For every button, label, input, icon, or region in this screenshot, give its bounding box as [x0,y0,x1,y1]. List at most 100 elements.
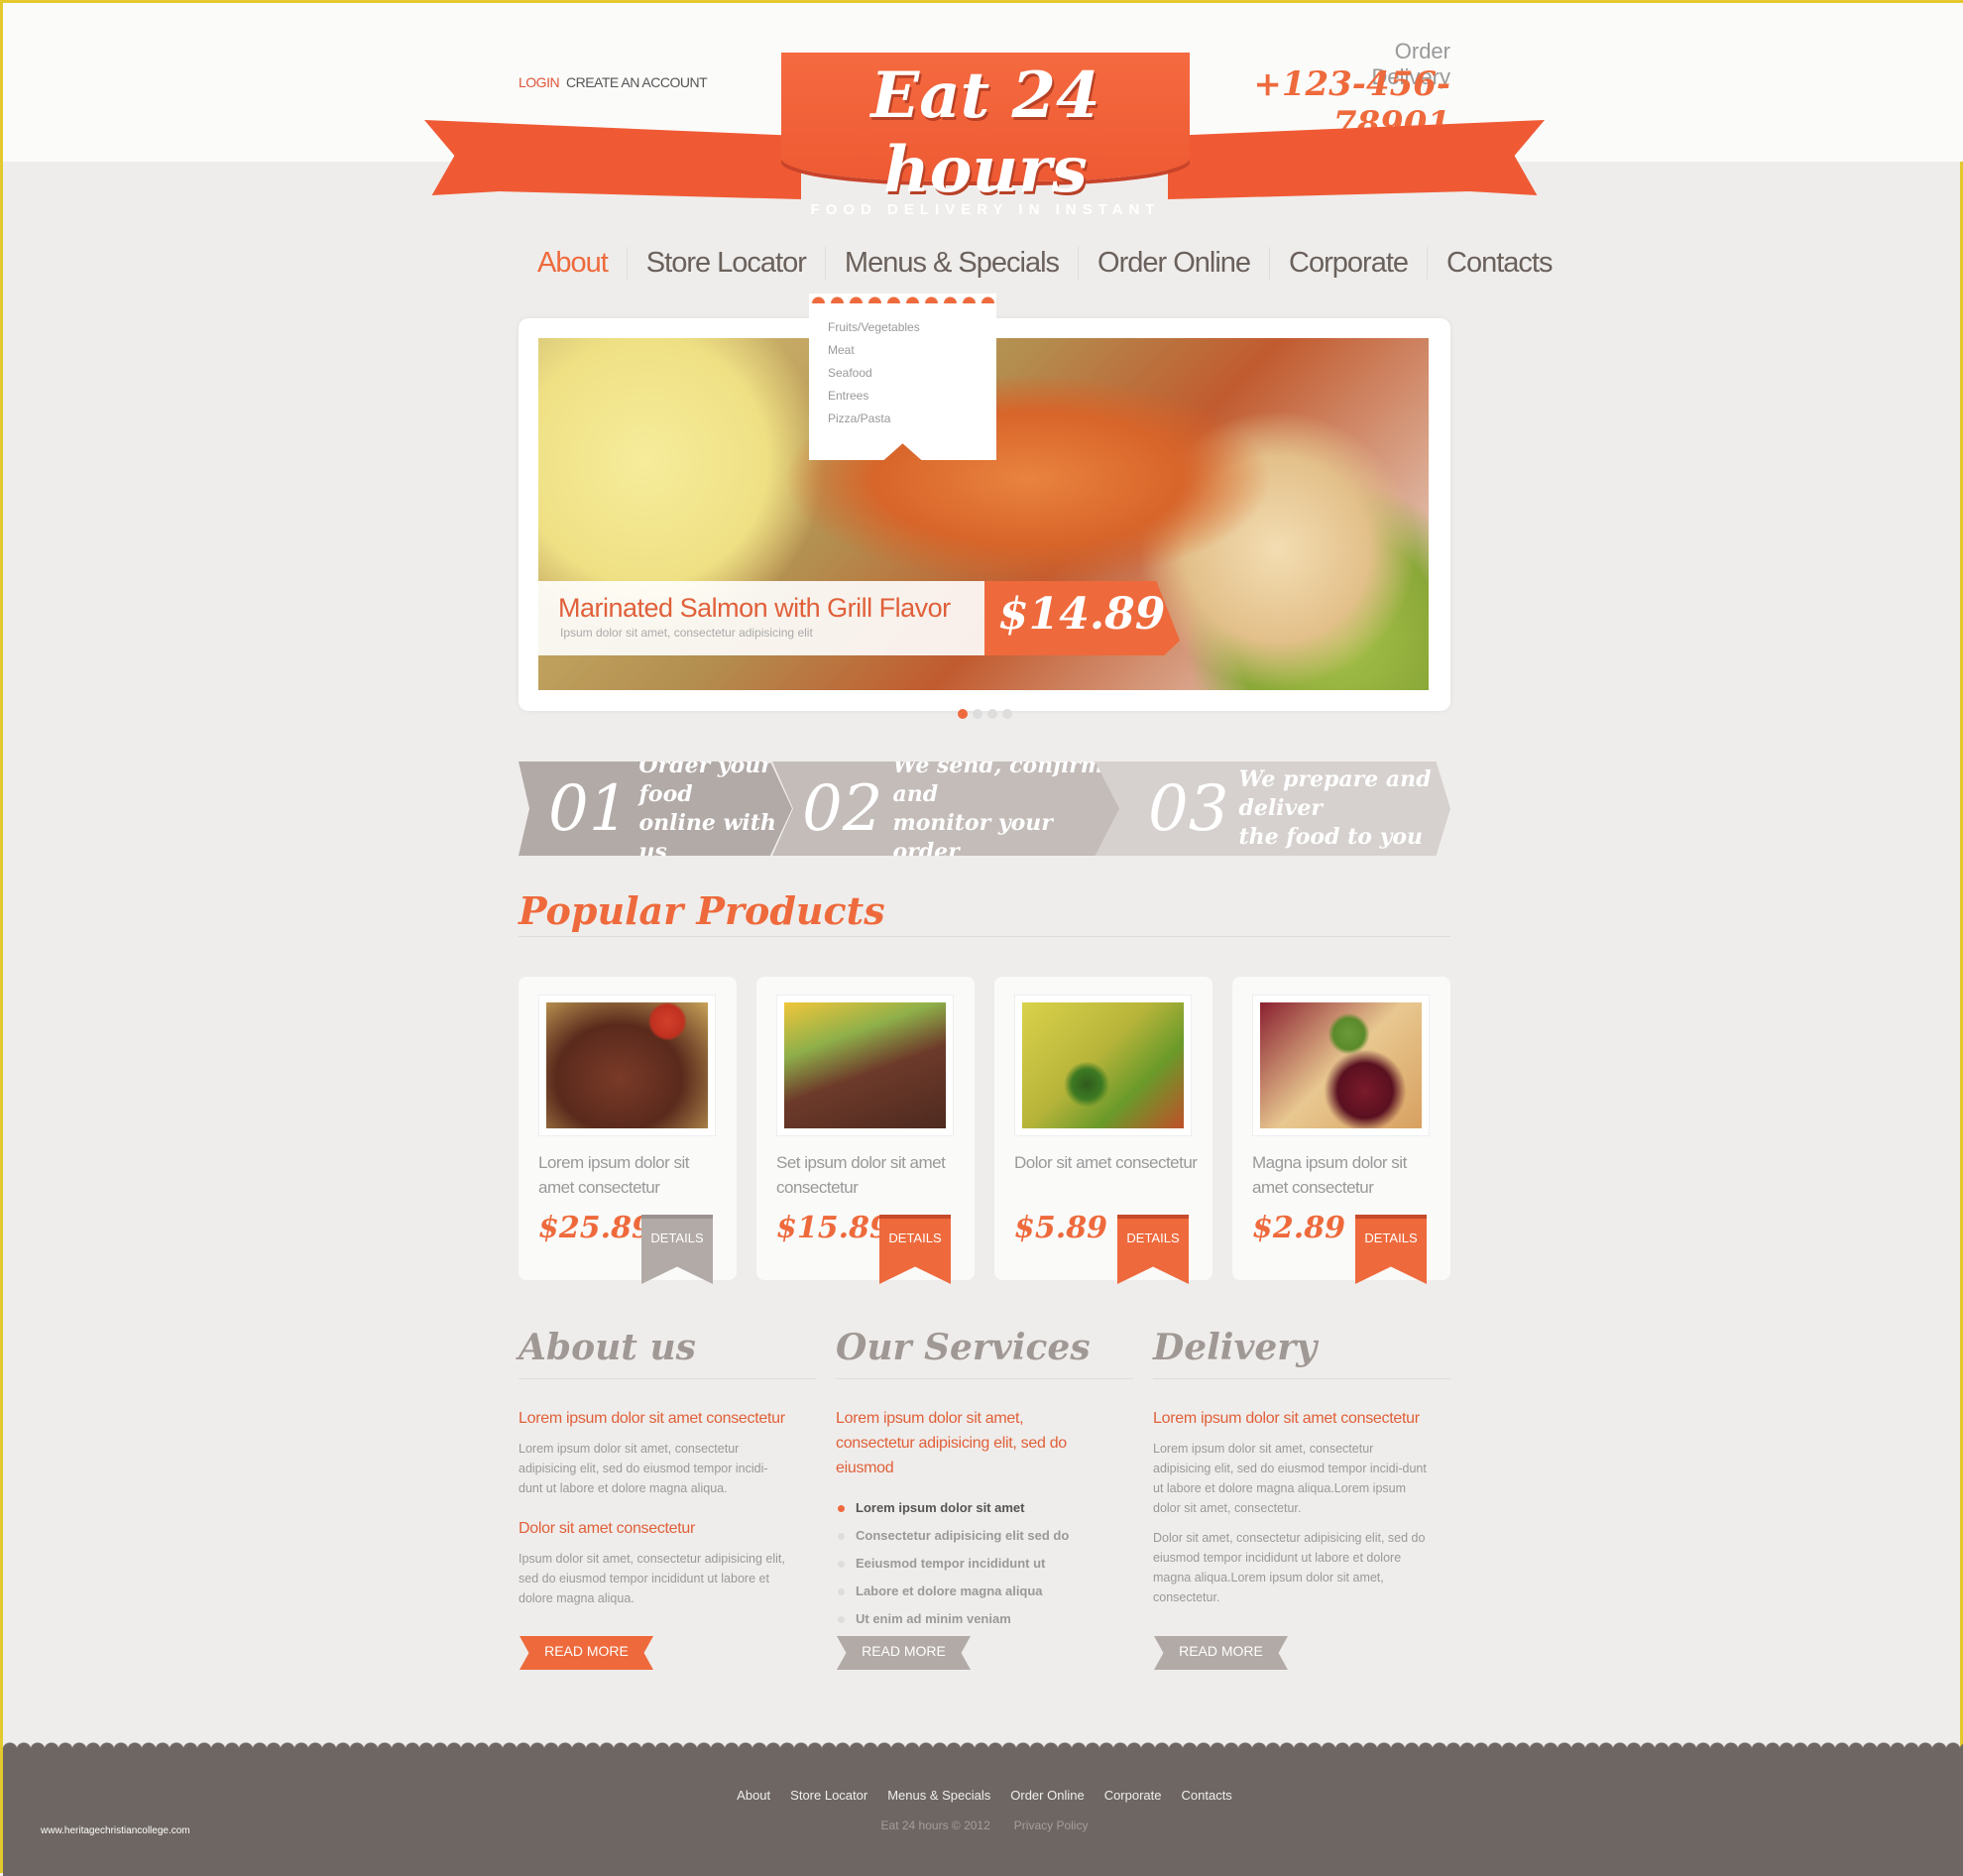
services-column: Lorem ipsum dolor sit amet, consectetur … [836,1406,1133,1633]
product-card: Dolor sit amet consectetur $5.89 DETAILS [994,977,1212,1284]
dropdown-item-fruits[interactable]: Fruits/Vegetables [809,316,996,339]
footer-link-menus[interactable]: Menus & Specials [887,1788,990,1803]
product-price: $5.89 [1014,1211,1107,1245]
footer-link-about[interactable]: About [737,1788,770,1803]
product-image[interactable] [1014,995,1192,1136]
about-text: Lorem ipsum dolor sit amet, consectetur … [519,1442,768,1495]
slide-dot-3[interactable] [987,709,997,719]
list-item[interactable]: Labore et dolore magna aliqua [836,1578,1133,1605]
product-image[interactable] [538,995,716,1136]
delivery-heading[interactable]: Lorem ipsum dolor sit amet consectetur [1153,1406,1450,1431]
product-name[interactable]: Magna ipsum dolor sit amet consectetur [1252,1150,1441,1200]
product-name[interactable]: Dolor sit amet consectetur [1014,1150,1203,1175]
slide-dot-2[interactable] [973,709,982,719]
step-number: 03 [1148,771,1229,846]
step-text: We prepare and deliver [1238,766,1432,821]
product-price: $2.89 [1252,1211,1345,1245]
slider-pagination [958,709,1012,719]
list-item[interactable]: Consectetur adipisicing elit sed do [836,1522,1133,1550]
footer-nav: About Store Locator Menus & Specials Ord… [3,1788,1963,1803]
services-read-more-button[interactable]: READ MORE [837,1636,971,1670]
product-card: Lorem ipsum dolor sit amet consectetur $… [519,977,737,1284]
slide-price: $14.89 [984,581,1180,655]
about-subheading[interactable]: Dolor sit amet consectetur [519,1516,816,1541]
nav-about[interactable]: About [519,247,627,280]
dropdown-item-meat[interactable]: Meat [809,339,996,362]
delivery-column: Lorem ipsum dolor sit amet consectetur L… [1153,1406,1450,1625]
divider [1153,1378,1450,1379]
product-card: Set ipsum dolor sit amet consectetur $15… [756,977,975,1284]
divider [836,1378,1133,1379]
product-price: $25.89 [538,1211,652,1245]
nav-order-online[interactable]: Order Online [1078,246,1269,280]
footer [3,1748,1963,1876]
create-account-link[interactable]: CREATE AN ACCOUNT [566,74,708,90]
delivery-read-more-button[interactable]: READ MORE [1154,1636,1288,1670]
about-text-2: Ipsum dolor sit amet, consectetur adipis… [519,1552,785,1605]
step-1: 01 Order your food online with us [519,762,792,856]
product-name[interactable]: Set ipsum dolor sit amet consectetur [776,1150,965,1200]
privacy-policy-link[interactable]: Privacy Policy [1014,1818,1089,1832]
product-card: Magna ipsum dolor sit amet consectetur $… [1232,977,1450,1284]
dropdown-item-seafood[interactable]: Seafood [809,362,996,385]
services-heading[interactable]: Lorem ipsum dolor sit amet, consectetur … [836,1406,1103,1480]
product-image[interactable] [1252,995,1430,1136]
slide-subtitle: Ipsum dolor sit amet, consectetur adipis… [560,626,813,640]
divider [519,1378,816,1379]
logo-tagline: FOOD DELIVERY IN INSTANT [810,201,1161,218]
slide-caption: Marinated Salmon with Grill Flavor Ipsum… [538,581,984,655]
footer-link-order-online[interactable]: Order Online [1010,1788,1084,1803]
delivery-text: Lorem ipsum dolor sit amet, consectetur … [1153,1442,1427,1515]
delivery-text-2: Dolor sit amet, consectetur adipisicing … [1153,1531,1426,1604]
about-title: About us [519,1327,696,1368]
slide-dot-1[interactable] [958,709,968,719]
services-title: Our Services [836,1327,1091,1368]
delivery-title: Delivery [1153,1327,1318,1368]
logo-title: Eat 24 hours [870,59,1100,207]
list-item[interactable]: Lorem ipsum dolor sit amet [836,1494,1133,1522]
main-nav: About Store Locator Menus & Specials Ord… [519,243,1570,283]
watermark: www.heritagechristiancollege.com [41,1825,190,1836]
slide-dot-4[interactable] [1002,709,1012,719]
login-link[interactable]: LOGIN [519,74,560,90]
dropdown-item-pizza[interactable]: Pizza/Pasta [809,408,996,430]
menus-dropdown: Fruits/Vegetables Meat Seafood Entrees P… [809,293,996,460]
product-name[interactable]: Lorem ipsum dolor sit amet consectetur [538,1150,727,1200]
nav-contacts[interactable]: Contacts [1427,246,1570,280]
step-text: monitor your order [892,809,1053,865]
step-3: 03 We prepare and deliver the food to you [1094,762,1450,856]
logo[interactable]: Eat 24 hours FOOD DELIVERY IN INSTANT [781,53,1190,218]
details-button[interactable]: DETAILS [879,1215,951,1284]
step-number: 01 [548,771,630,846]
step-number: 02 [802,771,883,846]
footer-link-corporate[interactable]: Corporate [1104,1788,1162,1803]
about-read-more-button[interactable]: READ MORE [520,1636,653,1670]
footer-link-contacts[interactable]: Contacts [1182,1788,1232,1803]
about-column: Lorem ipsum dolor sit amet consectetur L… [519,1406,816,1626]
footer-copyright-row: Eat 24 hours © 2012 Privacy Policy [3,1818,1963,1832]
step-text: We send, confirm and [892,752,1104,807]
step-text: the food to you [1238,824,1424,850]
product-price: $15.89 [776,1211,890,1245]
slide-title: Marinated Salmon with Grill Flavor [558,593,951,623]
product-image[interactable] [776,995,954,1136]
details-button[interactable]: DETAILS [1117,1215,1189,1284]
list-item[interactable]: Eeiusmod tempor incididunt ut [836,1550,1133,1578]
list-item[interactable]: Ut enim ad minim veniam [836,1605,1133,1633]
details-button[interactable]: DETAILS [1355,1215,1427,1284]
step-text: Order your food [638,752,772,807]
copyright: Eat 24 hours © 2012 [880,1818,990,1832]
nav-menus-specials[interactable]: Menus & Specials [824,246,1078,280]
step-2: 02 We send, confirm and monitor your order [772,762,1119,856]
dropdown-item-entrees[interactable]: Entrees [809,385,996,408]
step-text: online with us [638,809,776,865]
services-list: Lorem ipsum dolor sit amet Consectetur a… [836,1494,1133,1633]
footer-link-store-locator[interactable]: Store Locator [790,1788,867,1803]
nav-store-locator[interactable]: Store Locator [626,246,825,280]
divider [519,936,1450,937]
dropdown-scallop [809,293,996,303]
details-button[interactable]: DETAILS [641,1215,713,1284]
popular-products-title: Popular Products [519,888,885,933]
about-heading[interactable]: Lorem ipsum dolor sit amet consectetur [519,1406,816,1431]
nav-corporate[interactable]: Corporate [1269,246,1427,280]
